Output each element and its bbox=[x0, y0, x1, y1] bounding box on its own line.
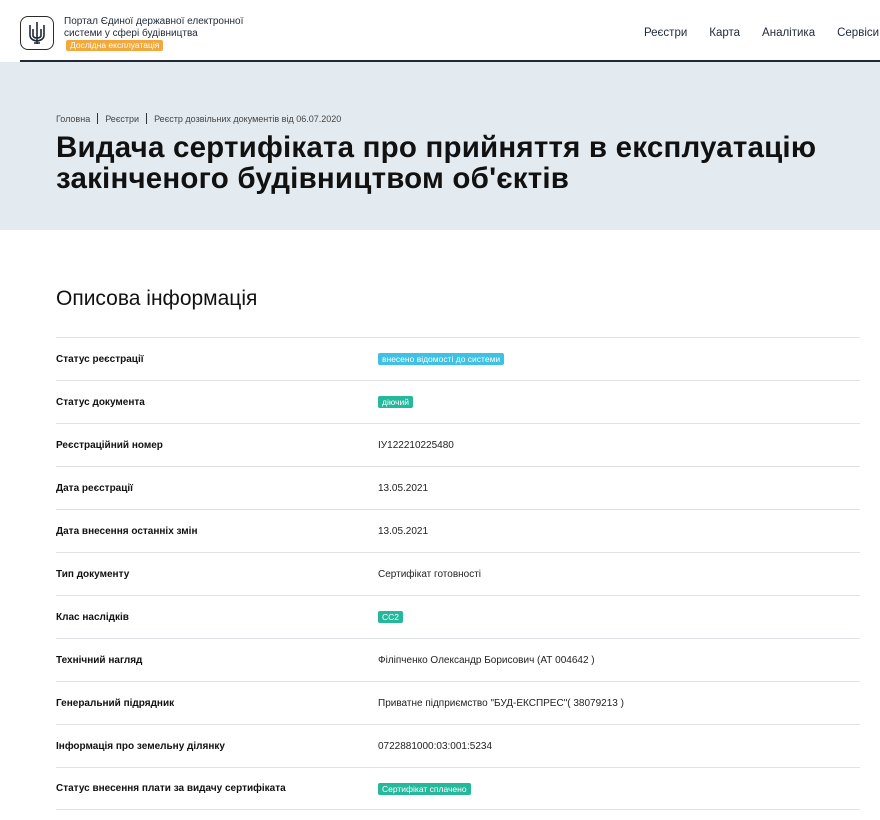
info-row-label: Статус реєстрації bbox=[56, 353, 144, 365]
info-row: Клас наслідків СС2 bbox=[56, 595, 860, 638]
info-row-value: Сертифікат сплачено bbox=[378, 782, 471, 795]
portal-title-text: Портал Єдиної державної електронної сист… bbox=[64, 16, 244, 39]
info-row-value: Приватне підприємство "БУД-ЕКСПРЕС"( 380… bbox=[378, 697, 624, 709]
nav-item-analytics[interactable]: Аналітика bbox=[762, 27, 815, 39]
nav-item-registries[interactable]: Реєстри bbox=[644, 27, 687, 39]
info-row-value: Сертифікат готовності bbox=[378, 568, 482, 580]
info-row-label: Тип документу bbox=[56, 568, 130, 580]
status-badge: СС2 bbox=[378, 611, 404, 623]
page-title: Видача сертифіката про прийняття в експл… bbox=[56, 131, 817, 195]
info-row: Реєстраційний номер ІУ122210225480 bbox=[56, 423, 860, 466]
info-row: Інформація про земельну ділянку 072288100… bbox=[56, 724, 860, 767]
info-table: Статус реєстрації внесено відомості до си… bbox=[56, 337, 860, 810]
info-row: Статус документа діючий bbox=[56, 380, 860, 423]
breadcrumb: Головна Реєстри Реєстр дозвільних докуме… bbox=[56, 113, 341, 124]
breadcrumb-home[interactable]: Головна bbox=[56, 114, 90, 124]
info-row-value: ІУ122210225480 bbox=[378, 439, 454, 451]
info-row-label: Статус документа bbox=[56, 396, 145, 408]
status-badge: внесено відомості до системи bbox=[378, 353, 505, 365]
info-row-label: Генеральний підрядник bbox=[56, 697, 175, 709]
nav-item-map[interactable]: Карта bbox=[709, 27, 740, 39]
info-row: Дата внесення останніх змін 13.05.2021 bbox=[56, 509, 860, 552]
info-row: Технічний нагляд Філіпченко Олександр Бор… bbox=[56, 638, 860, 681]
info-row-label: Статус внесення плати за видачу сертифік… bbox=[56, 783, 286, 794]
info-row: Дата реєстрації 13.05.2021 bbox=[56, 466, 860, 509]
info-row-value: 13.05.2021 bbox=[378, 482, 429, 494]
portal-title[interactable]: Портал Єдиної державної електронної сист… bbox=[64, 16, 254, 52]
status-badge: діючий bbox=[378, 396, 413, 408]
info-row: Статус внесення плати за видачу сертифік… bbox=[56, 767, 860, 810]
section-title: Описова інформація bbox=[56, 287, 258, 310]
info-row-value: 0722881000:03:001:5234 bbox=[378, 740, 493, 752]
info-row-value: діючий bbox=[378, 396, 413, 408]
info-row-value: Філіпченко Олександр Борисович (АТ 00464… bbox=[378, 654, 595, 666]
page-hero: Головна Реєстри Реєстр дозвільних докуме… bbox=[0, 62, 880, 230]
nav-item-services[interactable]: Сервіси bbox=[837, 27, 879, 39]
info-row: Генеральний підрядник Приватне підприємст… bbox=[56, 681, 860, 724]
info-row-label: Реєстраційний номер bbox=[56, 439, 163, 451]
info-row-value: СС2 bbox=[378, 611, 404, 623]
pilot-badge: Дослідна експлуатація bbox=[66, 40, 164, 51]
breadcrumb-separator bbox=[146, 113, 148, 124]
breadcrumb-current[interactable]: Реєстр дозвільних документів від 06.07.2… bbox=[154, 114, 341, 124]
main-nav: Реєстри Карта Аналітика Сервіси bbox=[644, 27, 880, 39]
info-row-label: Клас наслідків bbox=[56, 611, 129, 623]
info-row-label: Технічний нагляд bbox=[56, 654, 143, 666]
info-row-label: Дата внесення останніх змін bbox=[56, 525, 198, 537]
breadcrumb-registries[interactable]: Реєстри bbox=[105, 114, 139, 124]
info-row-value: 13.05.2021 bbox=[378, 525, 429, 537]
info-row: Статус реєстрації внесено відомості до си… bbox=[56, 337, 860, 380]
info-row-value: внесено відомості до системи bbox=[378, 353, 505, 365]
info-row-label: Дата реєстрації bbox=[56, 482, 133, 494]
breadcrumb-separator bbox=[97, 113, 99, 124]
site-header: Портал Єдиної державної електронної сист… bbox=[20, 0, 880, 62]
info-row: Тип документу Сертифікат готовності bbox=[56, 552, 860, 595]
info-row-label: Інформація про земельну ділянку bbox=[56, 740, 225, 752]
status-badge: Сертифікат сплачено bbox=[378, 782, 471, 795]
trident-logo-icon[interactable] bbox=[20, 16, 54, 50]
